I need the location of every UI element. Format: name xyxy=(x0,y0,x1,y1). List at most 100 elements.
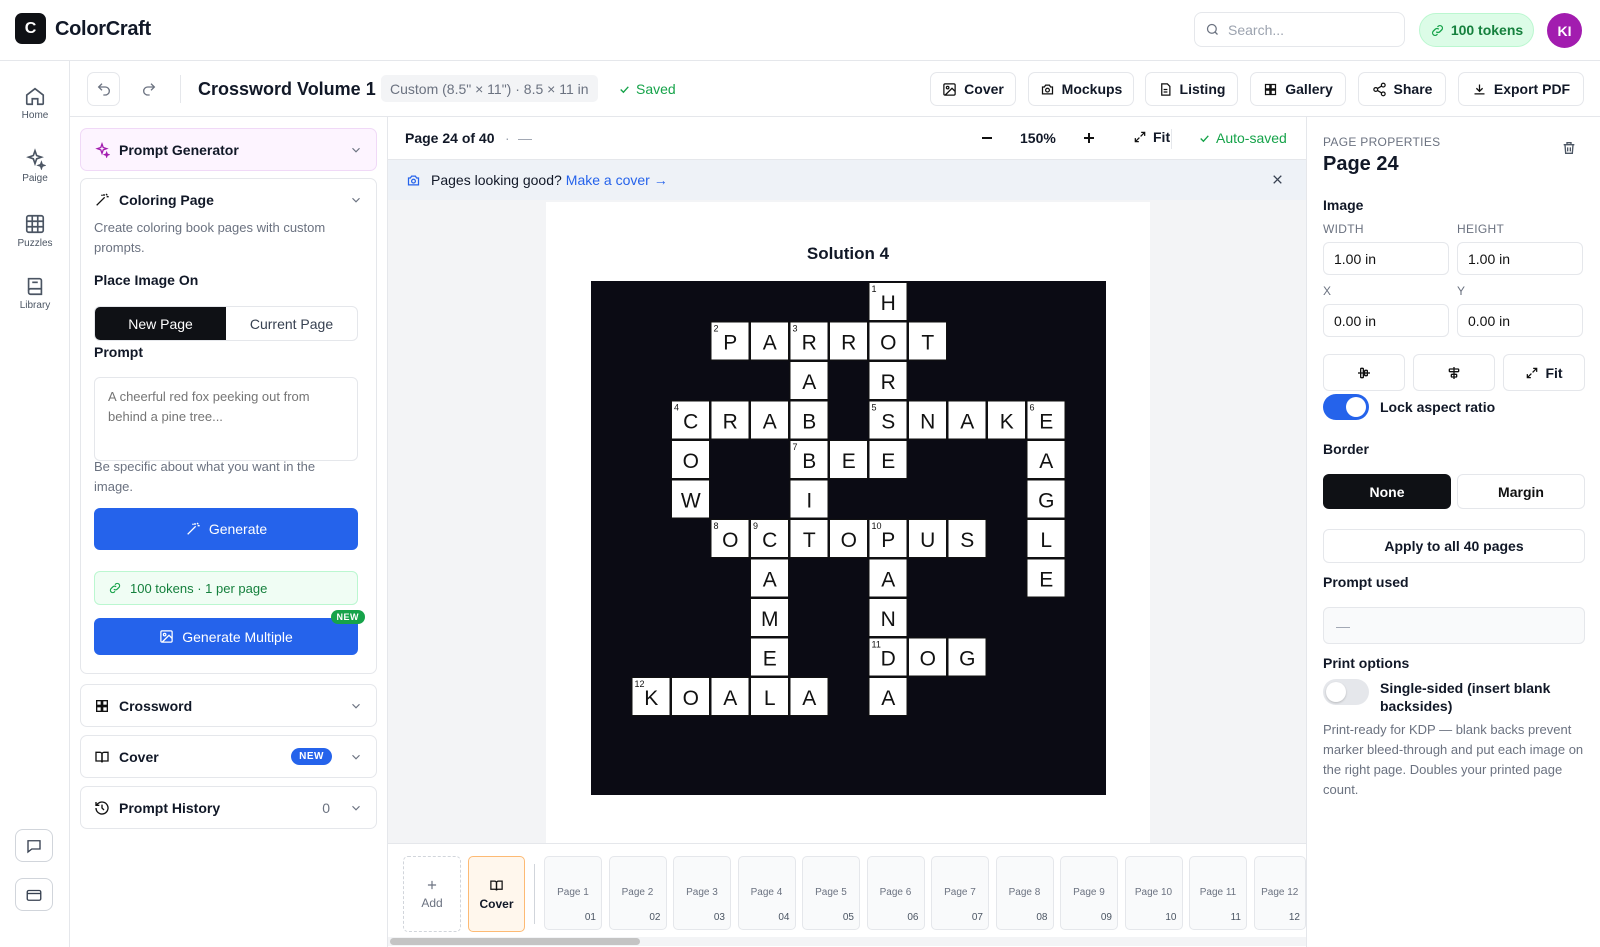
page-thumbnail[interactable]: Page 2 02 xyxy=(608,856,667,930)
export-pdf-button[interactable]: Export PDF xyxy=(1458,72,1584,106)
make-cover-link[interactable]: Make a cover → xyxy=(566,172,668,188)
align-horizontal-center-button[interactable] xyxy=(1413,354,1495,391)
billing-button[interactable] xyxy=(15,878,53,911)
cover-header[interactable]: Cover NEW xyxy=(81,736,376,777)
cover-banner: Pages looking good? Make a cover → xyxy=(388,160,1306,200)
listing-button[interactable]: Listing xyxy=(1145,72,1238,106)
single-sided-toggle[interactable] xyxy=(1323,679,1369,705)
cell-letter: P xyxy=(881,529,895,552)
properties-panel: PAGE PROPERTIES Page 24 Image WIDTH HEIG… xyxy=(1306,117,1600,947)
cover-thumbnail[interactable]: Cover xyxy=(468,856,525,932)
zoom-level[interactable]: 150% xyxy=(1020,130,1056,146)
prompt-generator-section[interactable]: Prompt Generator xyxy=(80,128,377,171)
generate-multiple-button[interactable]: Generate Multiple NEW xyxy=(94,610,365,655)
prompt-generator-header[interactable]: Prompt Generator xyxy=(81,129,376,170)
height-input[interactable] xyxy=(1457,242,1583,275)
mockups-button[interactable]: Mockups xyxy=(1028,72,1134,106)
mockups-button-label: Mockups xyxy=(1061,81,1123,97)
gallery-icon xyxy=(1263,82,1278,97)
page-thumbnail[interactable]: Page 3 03 xyxy=(673,856,731,930)
generate-button[interactable]: Generate xyxy=(94,508,358,550)
prompt-history-header[interactable]: Prompt History 0 xyxy=(81,787,376,828)
chat-icon xyxy=(25,837,43,855)
align-vertical-center-button[interactable] xyxy=(1323,354,1405,391)
plus-icon xyxy=(425,878,439,892)
page-thumbnail-number: 01 xyxy=(584,912,596,923)
new-page-option[interactable]: New Page xyxy=(95,307,226,340)
rail-item-library[interactable]: Library xyxy=(0,275,70,311)
crossword-grid: H1P2A R3R O TA RC4R A B S5N A K E6O B7E E AW I GO8C9T O P… xyxy=(591,281,1106,795)
apply-all-button[interactable]: Apply to all 40 pages xyxy=(1323,529,1585,563)
redo-button[interactable] xyxy=(132,72,165,106)
avatar[interactable]: KI xyxy=(1547,13,1582,48)
page-thumbnail[interactable]: Page 8 08 xyxy=(995,856,1054,930)
page-thumbnail[interactable]: Page 12 12 xyxy=(1253,856,1306,930)
share-button[interactable]: Share xyxy=(1358,72,1446,106)
app-name[interactable]: ColorCraft xyxy=(55,18,151,41)
rail-label: Paige xyxy=(22,173,48,184)
page-thumbnail[interactable]: Page 4 04 xyxy=(737,856,796,930)
page-thumbnail[interactable]: Page 11 11 xyxy=(1189,856,1247,930)
width-input[interactable] xyxy=(1323,242,1449,275)
page-thumbnail[interactable]: Page 5 05 xyxy=(802,856,860,930)
cell-letter: P xyxy=(723,331,737,354)
gallery-button[interactable]: Gallery xyxy=(1250,72,1346,106)
cover-section[interactable]: Cover NEW xyxy=(80,735,377,778)
x-input[interactable] xyxy=(1323,304,1449,337)
page-canvas[interactable]: Solution 4 H1P2AR3ROTARC4RABS5NAKE6OB7EE… xyxy=(546,202,1150,843)
page-thumbnail[interactable]: Page 9 09 xyxy=(1060,856,1118,930)
page-thumbnail-number: 12 xyxy=(1288,912,1300,923)
zoom-out-button[interactable] xyxy=(979,129,995,147)
crossword-cell: E xyxy=(868,440,908,479)
scrollbar-thumb[interactable] xyxy=(390,938,640,945)
prompt-textarea[interactable] xyxy=(94,377,358,461)
undo-button[interactable] xyxy=(87,72,120,106)
prompt-used-field: — xyxy=(1323,607,1585,644)
y-input[interactable] xyxy=(1457,304,1583,337)
page-size-badge[interactable]: Custom (8.5" × 11") · 8.5 × 11 in xyxy=(381,75,598,102)
border-none-button[interactable]: None xyxy=(1323,474,1451,509)
search-input[interactable] xyxy=(1228,21,1388,38)
crossword-cell: C4 xyxy=(671,400,710,440)
add-page-button[interactable]: Add xyxy=(403,856,461,932)
crossword-section[interactable]: Crossword xyxy=(80,684,377,727)
page-thumbnail[interactable]: Page 7 07 xyxy=(931,856,989,930)
fit-image-button[interactable]: Fit xyxy=(1503,354,1585,391)
rail-item-home[interactable]: Home xyxy=(0,85,70,121)
close-icon[interactable] xyxy=(1271,173,1284,186)
page-thumbnail[interactable]: Page 1 01 xyxy=(544,856,602,930)
cell-letter: E xyxy=(842,450,856,473)
app-logo[interactable]: C xyxy=(15,13,46,44)
search-icon xyxy=(1205,22,1220,37)
lock-aspect-toggle[interactable] xyxy=(1323,394,1369,420)
page-thumbnail-number: 04 xyxy=(778,912,790,923)
tokens-badge[interactable]: 100 tokens xyxy=(1419,13,1534,47)
border-margin-button[interactable]: Margin xyxy=(1457,474,1585,509)
page-thumbnail[interactable]: Page 6 06 xyxy=(866,856,925,930)
x-label: X xyxy=(1323,284,1332,298)
page-heading: Solution 4 xyxy=(806,244,890,263)
generate-multiple-label: Generate Multiple xyxy=(182,628,293,645)
zoom-in-button[interactable] xyxy=(1081,129,1097,147)
document-icon xyxy=(1158,82,1173,97)
cover-button[interactable]: Cover xyxy=(930,72,1016,106)
prompt-used-label: Prompt used xyxy=(1323,574,1409,590)
document-title[interactable]: Crossword Volume 1 xyxy=(198,79,376,100)
current-page-option[interactable]: Current Page xyxy=(226,307,357,340)
crossword-cell: O xyxy=(671,440,710,479)
book-open-icon xyxy=(489,878,504,893)
page-thumbnail-number: 06 xyxy=(907,912,919,923)
page-thumbnail[interactable]: Page 10 10 xyxy=(1124,856,1183,930)
coloring-page-header[interactable]: Coloring Page xyxy=(81,179,376,220)
trash-icon[interactable] xyxy=(1561,140,1577,156)
search-box[interactable] xyxy=(1194,12,1405,47)
chat-button[interactable] xyxy=(15,829,53,862)
horizontal-scrollbar[interactable] xyxy=(388,937,1306,946)
rail-item-puzzles[interactable]: Puzzles xyxy=(0,213,70,249)
fit-button[interactable]: Fit xyxy=(1133,129,1170,145)
rail-item-paige[interactable]: Paige xyxy=(0,148,70,184)
redo-icon xyxy=(141,81,157,97)
height-label: HEIGHT xyxy=(1457,222,1505,236)
crossword-header[interactable]: Crossword xyxy=(81,685,376,726)
prompt-history-section[interactable]: Prompt History 0 xyxy=(80,786,377,829)
